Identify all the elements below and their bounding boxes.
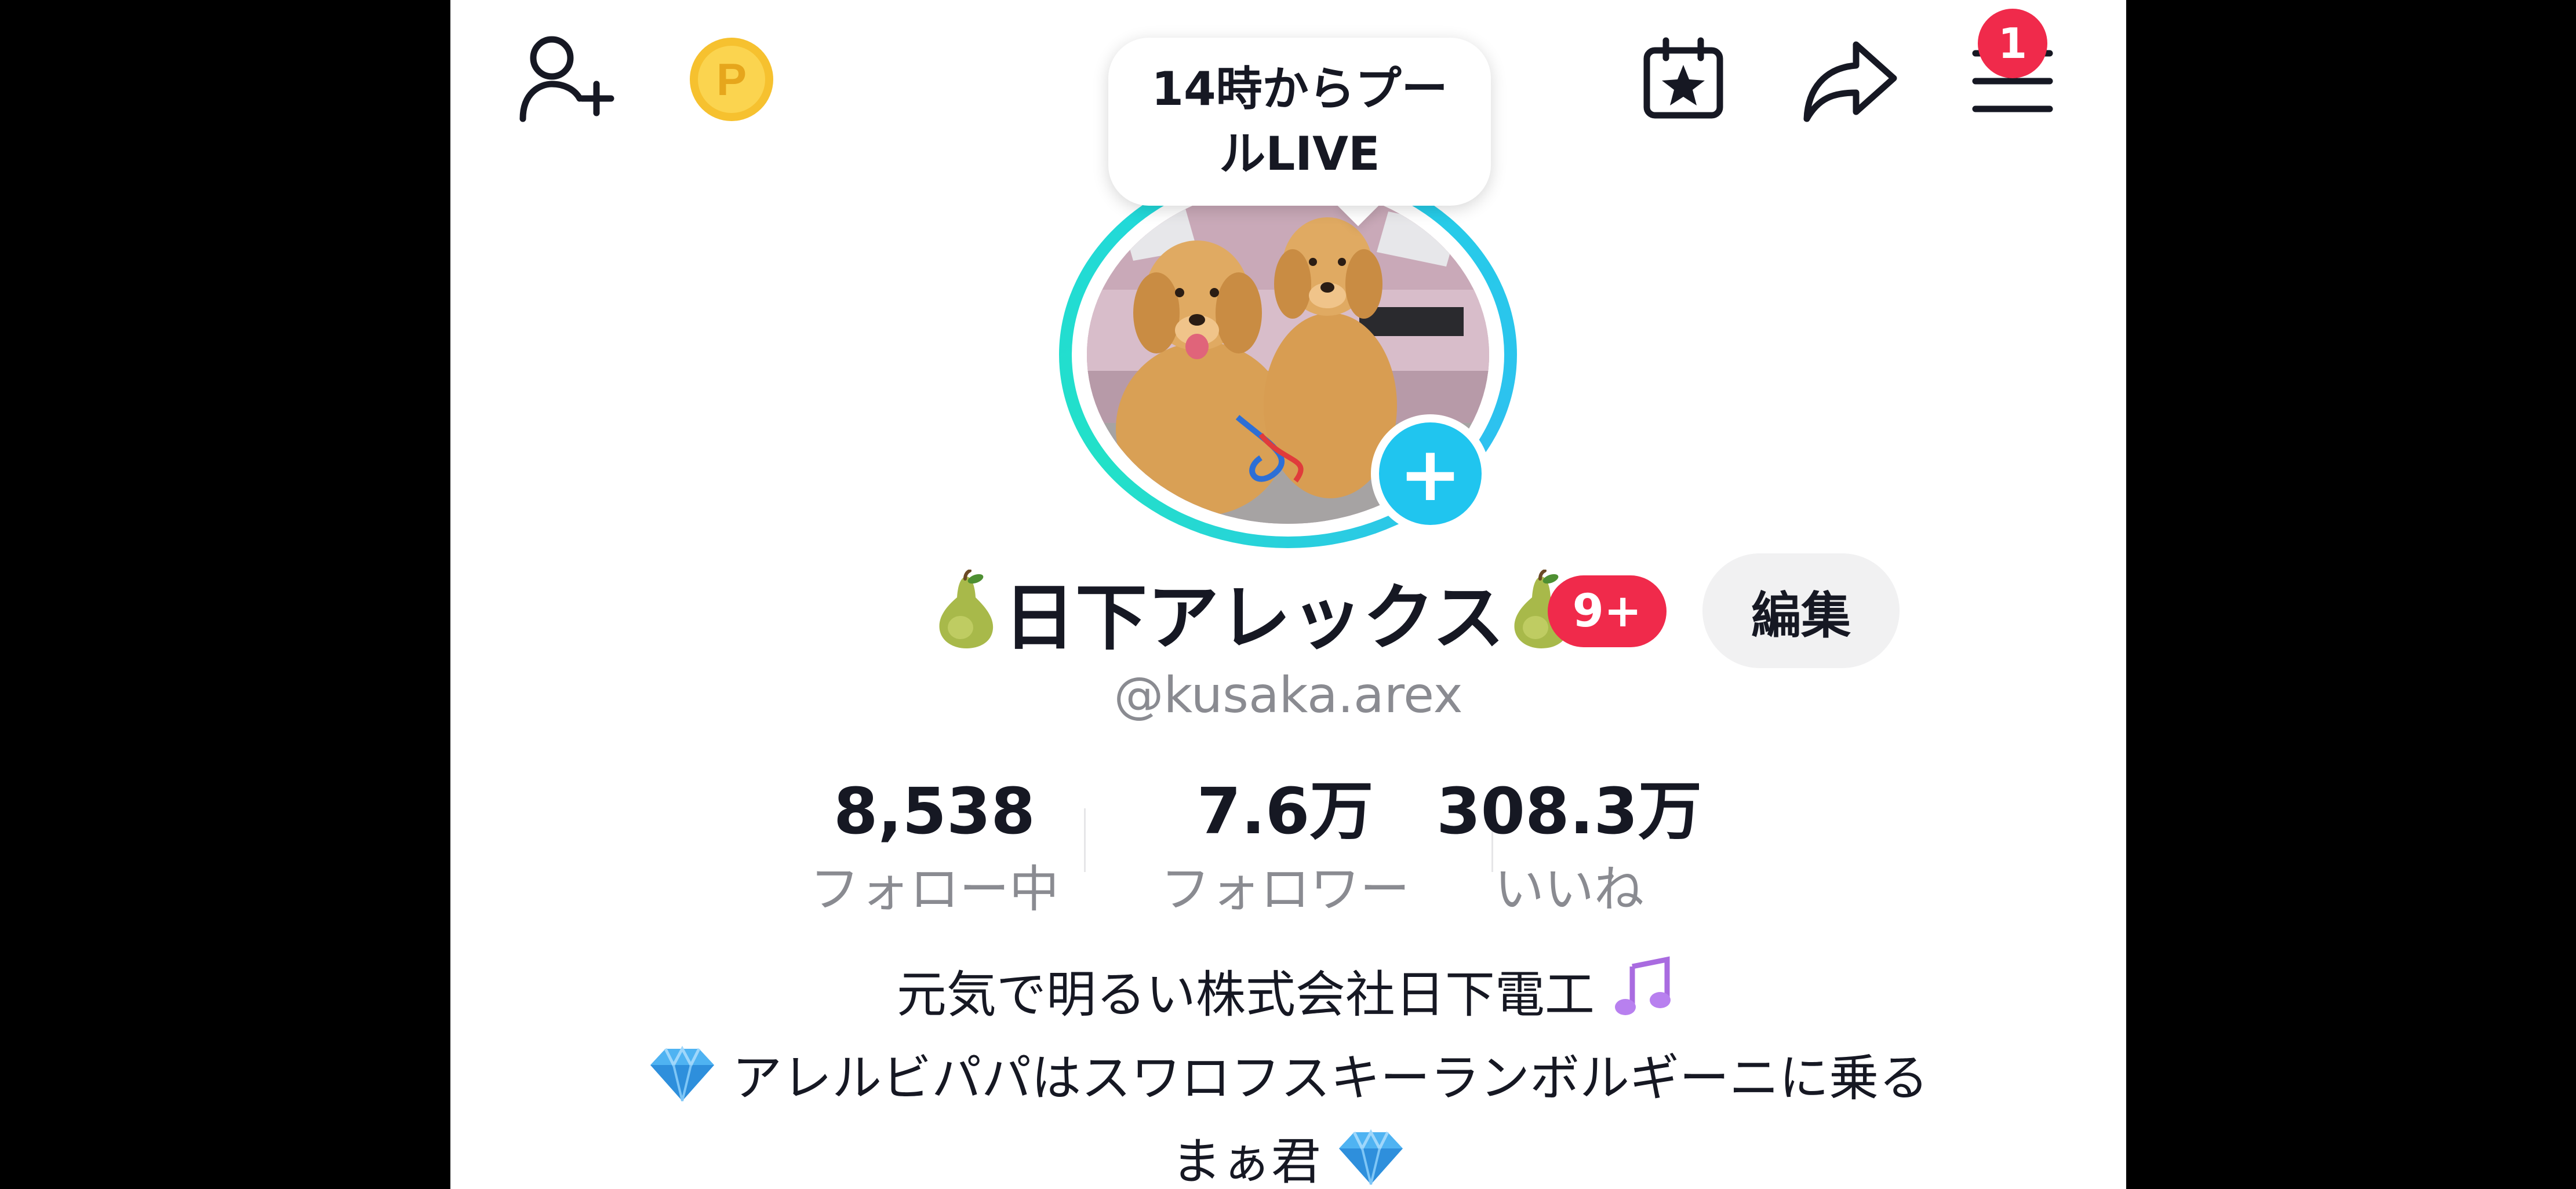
pear-emoji-icon (932, 569, 1001, 653)
likes-label: いいね (1494, 860, 1644, 918)
notification-count-badge[interactable]: 9+ (1548, 575, 1667, 647)
add-story-button[interactable]: + (1371, 414, 1490, 533)
following-count: 8,538 (834, 774, 1035, 848)
notification-badge: 1 (1978, 9, 2047, 78)
display-name: 日下アレックス (1003, 577, 1505, 660)
calendar-star-icon[interactable] (1640, 36, 1727, 123)
bio-line-1: 元気で明るい株式会社日下電工 (450, 956, 2126, 1041)
bio-line-3: まぁ君 (450, 1124, 2126, 1189)
stat-likes: 308.3万 いいね (1395, 768, 1743, 924)
likes-count: 308.3万 (1436, 774, 1702, 848)
bio-line-2: アレルビパパはスワロフスキーランボルギーニに乗る (450, 1041, 2126, 1124)
svg-text:P: P (716, 54, 747, 105)
bio: 元気で明るい株式会社日下電工 アレルビパパはスワロフスキーランボルギーニに乗る … (450, 956, 2126, 1189)
following-label: フォロー中 (810, 860, 1059, 918)
username: @kusaka.arex (1114, 666, 1463, 724)
live-note-line1: 14時からプー (1151, 62, 1448, 116)
add-friend-icon[interactable] (517, 32, 616, 125)
coin-icon[interactable]: P (688, 36, 775, 123)
gem-icon (648, 1045, 716, 1124)
gem-icon (1337, 1129, 1405, 1189)
profile-screen: P 1 + 14時からプー ルLIVE 日下アレックス 9+ 編集 @kusak… (450, 0, 2126, 1189)
live-note-line2: ルLIVE (1219, 127, 1380, 181)
display-name-row: 日下アレックス (932, 556, 1576, 666)
music-notes-icon (1610, 956, 1680, 1041)
live-note-bubble[interactable]: 14時からプー ルLIVE (1108, 38, 1491, 206)
stat-following[interactable]: 8,538 フォロー中 (761, 768, 1108, 924)
edit-profile-button[interactable]: 編集 (1702, 553, 1900, 668)
share-icon[interactable] (1801, 38, 1900, 125)
stat-divider (1084, 808, 1086, 872)
